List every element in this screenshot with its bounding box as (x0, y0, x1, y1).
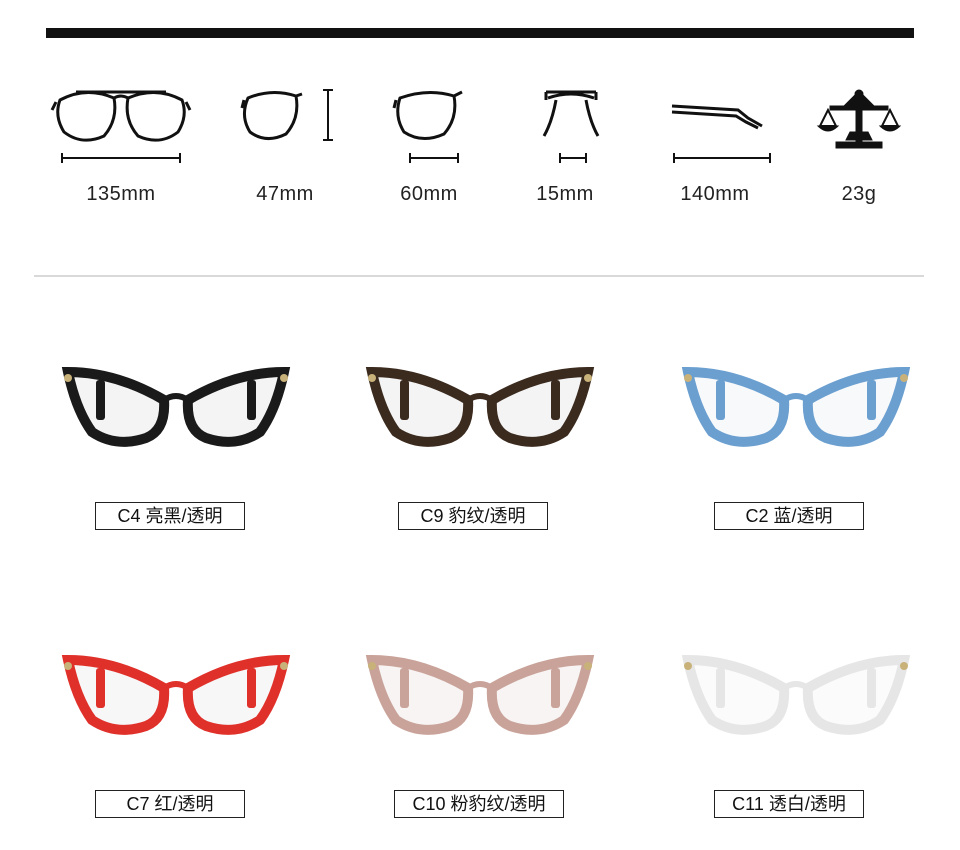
glasses-image (365, 366, 595, 447)
frame-width-icon (50, 90, 192, 163)
lens-width-icon (392, 90, 463, 163)
spec-weight: 23g (784, 80, 934, 220)
product-c4[interactable]: C4 亮黑/透明 (46, 330, 306, 530)
color-label: C11 透白/透明 (714, 790, 864, 818)
lens-width-value: 60mm (400, 183, 458, 205)
glasses-image (365, 654, 595, 735)
spec-lens-height: 47mm (210, 80, 360, 220)
glasses-image (61, 654, 291, 735)
product-c10[interactable]: C10 粉豹纹/透明 (350, 618, 610, 818)
weight-value: 23g (841, 183, 877, 205)
spec-frame-width: 135mm (46, 80, 196, 220)
product-c11[interactable]: C11 透白/透明 (666, 618, 926, 818)
frame-width-value: 135mm (86, 183, 156, 205)
glasses-image (681, 654, 911, 735)
product-c9[interactable]: C9 豹纹/透明 (350, 330, 610, 530)
product-c2[interactable]: C2 蓝/透明 (666, 330, 926, 530)
color-label: C2 蓝/透明 (714, 502, 864, 530)
bridge-width-value: 15mm (536, 183, 594, 205)
glasses-image (681, 366, 911, 447)
spec-temple-length: 140mm (640, 80, 790, 220)
color-label: C7 红/透明 (95, 790, 245, 818)
scale-icon (816, 89, 902, 149)
temple-length-value: 140mm (680, 183, 750, 205)
product-c7[interactable]: C7 红/透明 (46, 618, 306, 818)
top-bar (46, 28, 914, 38)
color-label: C4 亮黑/透明 (95, 502, 245, 530)
lens-height-value: 47mm (256, 183, 314, 205)
spec-lens-width: 60mm (354, 80, 504, 220)
spec-bridge-width: 15mm (490, 80, 640, 220)
lens-height-icon (240, 89, 333, 141)
section-divider (34, 275, 924, 277)
glasses-image (61, 366, 291, 447)
bridge-width-icon (542, 90, 600, 163)
temple-length-icon (671, 104, 771, 163)
color-label: C10 粉豹纹/透明 (394, 790, 564, 818)
color-label: C9 豹纹/透明 (398, 502, 548, 530)
